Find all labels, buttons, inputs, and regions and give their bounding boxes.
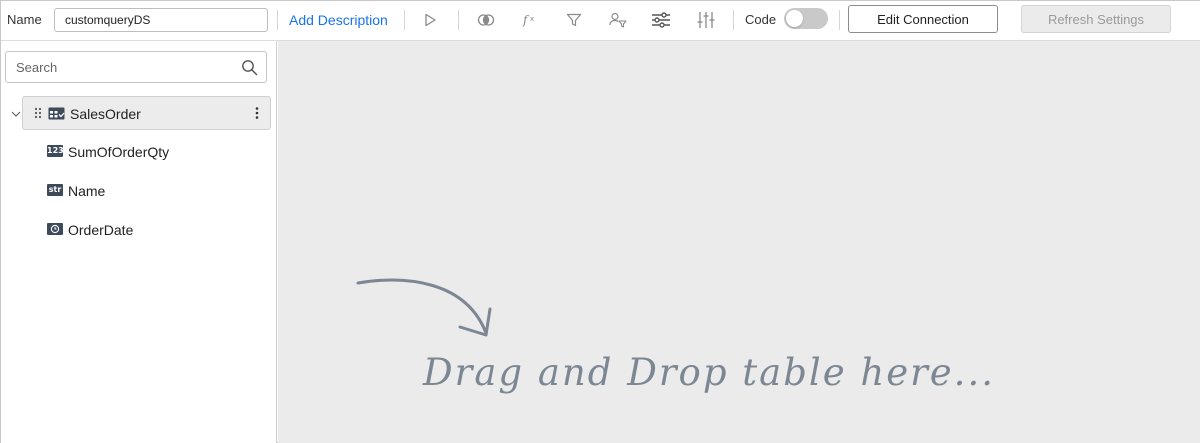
- edit-connection-button[interactable]: Edit Connection: [848, 5, 998, 33]
- date-type-icon: [47, 223, 63, 235]
- chevron-down-icon[interactable]: [10, 108, 22, 120]
- add-description-link[interactable]: Add Description: [289, 12, 388, 28]
- app-window: Name Add Description fx Code: [0, 0, 1200, 443]
- string-type-icon: str: [47, 184, 63, 196]
- toggle-knob: [786, 10, 803, 27]
- curved-arrow-icon: [356, 278, 492, 337]
- table-label: SalesOrder: [70, 106, 141, 122]
- search-input[interactable]: [6, 52, 234, 82]
- join-icon[interactable]: [473, 9, 499, 31]
- play-icon[interactable]: [417, 9, 443, 31]
- vertical-sliders-icon[interactable]: [693, 9, 719, 31]
- code-label: Code: [745, 12, 777, 27]
- drag-handle-icon[interactable]: [34, 107, 42, 119]
- schema-panel: SalesOrder 123 SumOfOrderQty str Name Or…: [1, 41, 277, 443]
- search-icon[interactable]: [241, 59, 258, 76]
- svg-text:x: x: [530, 15, 534, 23]
- function-icon[interactable]: fx: [517, 9, 543, 31]
- svg-text:f: f: [522, 13, 530, 27]
- settings-sliders-icon[interactable]: [648, 9, 674, 31]
- user-filter-icon[interactable]: [605, 9, 631, 31]
- toolbar-divider: [404, 10, 405, 30]
- field-label: Name: [68, 183, 106, 199]
- toolbar: Name Add Description fx Code: [1, 1, 1200, 41]
- toolbar-divider: [733, 10, 734, 30]
- field-label: SumOfOrderQty: [68, 144, 170, 160]
- field-label: OrderDate: [68, 222, 134, 238]
- search-box: [5, 51, 267, 83]
- drop-hint-text: Drag and Drop table here...: [423, 351, 995, 394]
- table-node-salesorder[interactable]: SalesOrder: [22, 96, 271, 130]
- toolbar-divider: [458, 10, 459, 30]
- query-design-canvas[interactable]: Drag and Drop table here...: [278, 41, 1200, 443]
- toolbar-divider: [839, 10, 840, 30]
- more-vertical-icon[interactable]: [254, 106, 260, 120]
- name-label: Name: [7, 12, 42, 27]
- toolbar-divider: [277, 10, 278, 30]
- table-icon: [48, 107, 65, 120]
- numeric-type-icon: 123: [47, 145, 64, 157]
- refresh-settings-button[interactable]: Refresh Settings: [1021, 5, 1171, 33]
- code-toggle[interactable]: [784, 8, 828, 29]
- filter-icon[interactable]: [561, 9, 587, 31]
- datasource-name-input[interactable]: [54, 8, 268, 32]
